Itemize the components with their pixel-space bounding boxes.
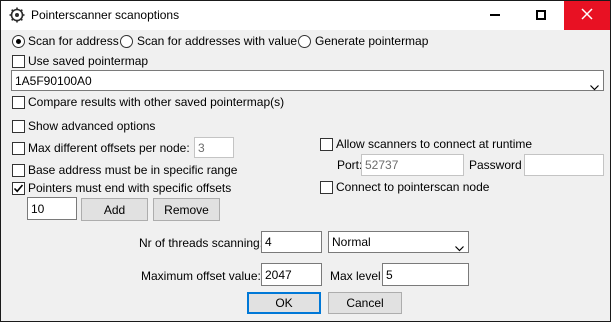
checkmark-icon [13, 184, 24, 193]
radio-selected-dot [16, 39, 21, 44]
cancel-button[interactable]: Cancel [328, 292, 402, 314]
allow-runtime-label[interactable]: Allow scanners to connect at runtime [336, 137, 532, 151]
saved-pointermap-value: 1A5F90100A0 [15, 74, 92, 88]
use-saved-pointermap-checkbox[interactable] [12, 55, 25, 68]
remove-offset-button[interactable]: Remove [153, 198, 220, 221]
radio-scan-for-address[interactable] [12, 35, 25, 48]
saved-pointermap-dropdown[interactable]: 1A5F90100A0 [11, 70, 604, 91]
thread-priority-dropdown[interactable]: Normal [328, 231, 469, 253]
connect-node-checkbox[interactable] [320, 181, 333, 194]
scan-for-address-label[interactable]: Scan for address [28, 34, 119, 48]
generate-pointermap-label[interactable]: Generate pointermap [315, 34, 428, 48]
use-saved-pointermap-label[interactable]: Use saved pointermap [28, 54, 148, 68]
max-offsets-label[interactable]: Max different offsets per node: [28, 141, 190, 155]
close-button[interactable] [564, 1, 610, 30]
radio-generate-pointermap[interactable] [298, 35, 311, 48]
ok-button[interactable]: OK [247, 292, 321, 314]
compare-results-label[interactable]: Compare results with other saved pointer… [28, 95, 284, 109]
password-input[interactable] [524, 154, 604, 176]
threads-label: Nr of threads scanning: [139, 236, 264, 250]
max-offset-input[interactable]: 2047 [261, 263, 322, 286]
base-range-label[interactable]: Base address must be in specific range [28, 163, 237, 177]
max-offsets-input[interactable]: 3 [194, 137, 234, 158]
port-input[interactable]: 52737 [361, 154, 464, 176]
threads-input[interactable]: 4 [261, 231, 322, 253]
max-offsets-checkbox[interactable] [12, 142, 25, 155]
show-advanced-checkbox[interactable] [12, 120, 25, 133]
max-level-label: Max level [330, 269, 381, 283]
max-level-input[interactable]: 5 [382, 263, 469, 286]
scan-with-value-label[interactable]: Scan for addresses with value [137, 34, 297, 48]
minimize-icon [490, 9, 500, 23]
port-label: Port: [337, 158, 363, 172]
close-icon [581, 8, 593, 23]
base-range-checkbox[interactable] [12, 164, 25, 177]
compare-results-checkbox[interactable] [12, 96, 25, 109]
chevron-down-icon [455, 238, 464, 258]
title-bar[interactable]: Pointerscanner scanoptions [1, 1, 610, 30]
offset-value-input[interactable]: 10 [27, 197, 77, 220]
allow-runtime-checkbox[interactable] [320, 138, 333, 151]
show-advanced-label[interactable]: Show advanced options [28, 119, 155, 133]
connect-node-label[interactable]: Connect to pointerscan node [336, 180, 489, 194]
password-label: Password [469, 158, 522, 172]
minimize-button[interactable] [472, 1, 518, 30]
add-offset-button[interactable]: Add [81, 198, 148, 221]
end-offsets-label[interactable]: Pointers must end with specific offsets [28, 181, 231, 195]
max-offset-label: Maximum offset value: [141, 269, 261, 283]
window-title: Pointerscanner scanoptions [31, 8, 180, 22]
maximize-icon [536, 9, 546, 23]
chevron-down-icon [590, 77, 599, 97]
app-gear-icon [9, 7, 25, 23]
scanoptions-dialog: Pointerscanner scanoptions Scan for addr… [0, 0, 611, 322]
maximize-button[interactable] [518, 1, 564, 30]
end-offsets-checkbox[interactable] [12, 182, 25, 195]
thread-priority-value: Normal [332, 235, 371, 249]
radio-scan-with-value[interactable] [120, 35, 133, 48]
